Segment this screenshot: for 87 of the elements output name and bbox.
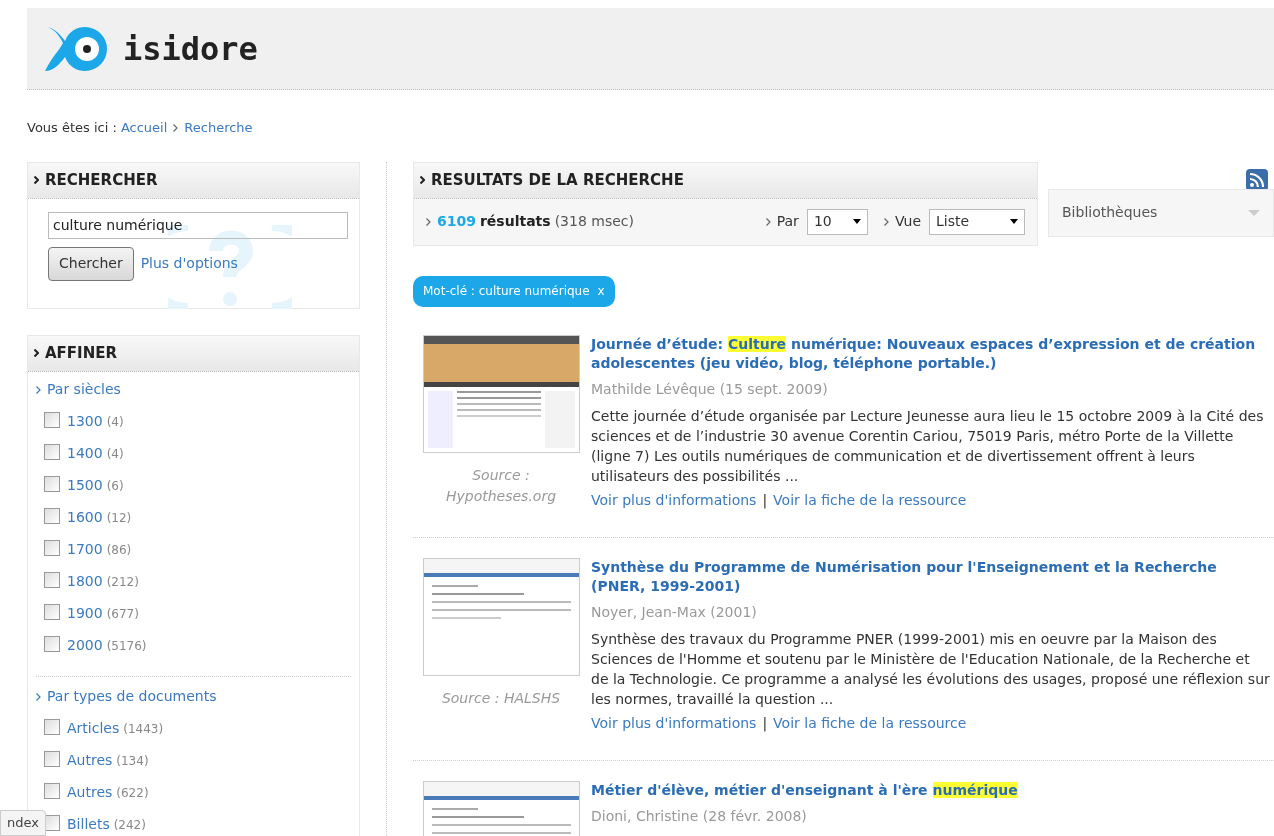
search-field[interactable]: culture numérique xyxy=(48,211,348,239)
facet-count: (12) xyxy=(106,509,132,527)
facet-link[interactable]: 1700 xyxy=(67,539,103,560)
checkbox[interactable] xyxy=(44,603,60,620)
facet-count: (677) xyxy=(106,605,139,623)
breadcrumb-label: Vous êtes ici : xyxy=(27,119,117,137)
result-description: Cette journée d’étude organisée par Lecture Jeunesse aura lieu le 15 octobre 2009 à la Cité des sciences et de l’industrie 30 avenue Corentin Cariou, 75019 Paris, métro Porte de la Villette (ligne 7) Les outils numériques de communication et de divertissement offrent à leurs utilisateurs des possibilités ... xyxy=(591,406,1265,486)
link-separator: | xyxy=(762,490,768,511)
facet-link[interactable]: Articles xyxy=(67,718,120,739)
checkbox[interactable] xyxy=(44,635,60,652)
result-author: Noyer, Jean-Max (2001) xyxy=(591,602,758,622)
facet-link[interactable]: 1400 xyxy=(67,443,103,464)
result-author: Dioni, Christine (28 févr. 2008) xyxy=(591,806,808,826)
chevron-icon xyxy=(36,692,41,701)
tooltip: ndex xyxy=(0,810,46,836)
breadcrumb-link[interactable]: Accueil xyxy=(120,118,168,138)
logo-icon xyxy=(43,24,107,73)
source-label: Source : HALSHS xyxy=(440,688,562,708)
keyword-filter-tag[interactable]: Mot-clé : culture numérique x xyxy=(413,275,615,307)
facet-count: (5176) xyxy=(106,637,147,655)
checkbox[interactable] xyxy=(44,507,60,524)
checkbox[interactable] xyxy=(44,475,60,492)
chevron-icon xyxy=(34,176,39,184)
query-time: (318 msec) xyxy=(554,212,634,231)
checkbox[interactable] xyxy=(44,411,60,428)
view-label: Vue xyxy=(894,212,921,231)
resource-page-link[interactable]: Voir la fiche de la ressource xyxy=(773,489,967,511)
facet-group-link[interactable]: Par types de documents xyxy=(36,684,351,709)
chevron-icon xyxy=(426,217,431,226)
more-options-link[interactable]: Plus d'options xyxy=(140,253,238,274)
facet-count: (6) xyxy=(106,477,124,495)
facet-link[interactable]: 2000 xyxy=(67,635,103,656)
per-page-select[interactable]: 10 xyxy=(806,208,868,235)
facet-link[interactable]: Autres xyxy=(67,750,113,771)
checkbox[interactable] xyxy=(44,571,60,588)
facet-link[interactable]: 1600 xyxy=(67,507,103,528)
checkbox[interactable] xyxy=(44,443,60,460)
facet-link[interactable]: 1800 xyxy=(67,571,103,592)
view-select[interactable]: Liste xyxy=(929,208,1025,235)
chevron-icon xyxy=(883,217,889,226)
facet-link[interactable]: 1500 xyxy=(67,475,103,496)
facet-count: (86) xyxy=(106,541,132,559)
breadcrumb-link[interactable]: Recherche xyxy=(184,118,253,138)
panel-header: RECHERCHER xyxy=(28,162,359,199)
facet-link[interactable]: 1900 xyxy=(67,603,103,624)
result-title-link[interactable]: Métier d'élève, métier d'enseignant à l'ère numérique xyxy=(591,780,1270,800)
facet-count: (134) xyxy=(116,752,149,770)
caret-icon xyxy=(1010,219,1018,224)
facet-group-link[interactable]: Par siècles xyxy=(36,377,351,402)
facet-count: (4) xyxy=(106,413,124,431)
library-select[interactable]: Bibliothèques xyxy=(1048,188,1274,237)
facet-count: (622) xyxy=(116,784,149,802)
result-author: Mathilde Lévêque (15 sept. 2009) xyxy=(591,379,829,399)
search-button[interactable]: Chercher xyxy=(48,246,134,281)
chevron-icon xyxy=(765,217,771,226)
resource-page-link[interactable]: Voir la fiche de la ressource xyxy=(773,712,967,734)
result-description: Synthèse des travaux du Programme PNER (1999-2001) mis en oeuvre par la Maison des Sciences de l'Homme et soutenu par le Ministère de l'Education Nationale, de la Recherche et de la Technologie. Ce programme a analysé les évolutions des usages, proposé une réflexion sur les normes, travaillé la question ... xyxy=(591,629,1270,709)
more-info-link[interactable]: Voir plus d'informations xyxy=(591,712,757,734)
link-separator: | xyxy=(762,713,768,734)
result-label: résultats xyxy=(479,212,551,231)
caret-icon xyxy=(1248,209,1260,216)
facet-count: (212) xyxy=(106,573,139,591)
checkbox[interactable] xyxy=(44,539,60,556)
source-label: Source : Hypotheses.org xyxy=(444,465,558,506)
rss-icon[interactable] xyxy=(1246,168,1268,191)
facet-count: (242) xyxy=(113,816,146,834)
per-page-label: Par xyxy=(776,212,799,231)
remove-filter-button[interactable]: x xyxy=(597,282,605,300)
facet-count: (1443) xyxy=(123,720,164,738)
chevron-icon xyxy=(34,349,39,357)
facet-link[interactable]: 1300 xyxy=(67,411,103,432)
chevron-icon xyxy=(173,123,179,132)
caret-icon xyxy=(852,219,861,224)
result-title-link[interactable]: Synthèse du Programme de Numérisation pour l'Enseignement et la Recherche (PNER, 1999-2001) xyxy=(591,557,1270,596)
more-info-link[interactable]: Voir plus d'informations xyxy=(591,489,757,511)
chevron-icon xyxy=(420,176,425,184)
facet-link[interactable]: Billets xyxy=(67,814,110,835)
checkbox[interactable] xyxy=(44,750,60,767)
checkbox[interactable] xyxy=(44,782,60,799)
facet-link[interactable]: Autres xyxy=(67,782,113,803)
result-title-link[interactable]: Journée d’étude: Culture numérique: Nouveaux espaces d’expression et de création adolescentes (jeu vidéo, blog, téléphone portable.) xyxy=(591,334,1270,373)
checkbox[interactable] xyxy=(44,718,60,735)
chevron-icon xyxy=(36,385,41,394)
result-count: 6109 xyxy=(437,212,476,231)
logo-text: isidore xyxy=(123,28,258,70)
facet-count: (4) xyxy=(106,445,124,463)
panel-header: AFFINER xyxy=(28,335,359,372)
